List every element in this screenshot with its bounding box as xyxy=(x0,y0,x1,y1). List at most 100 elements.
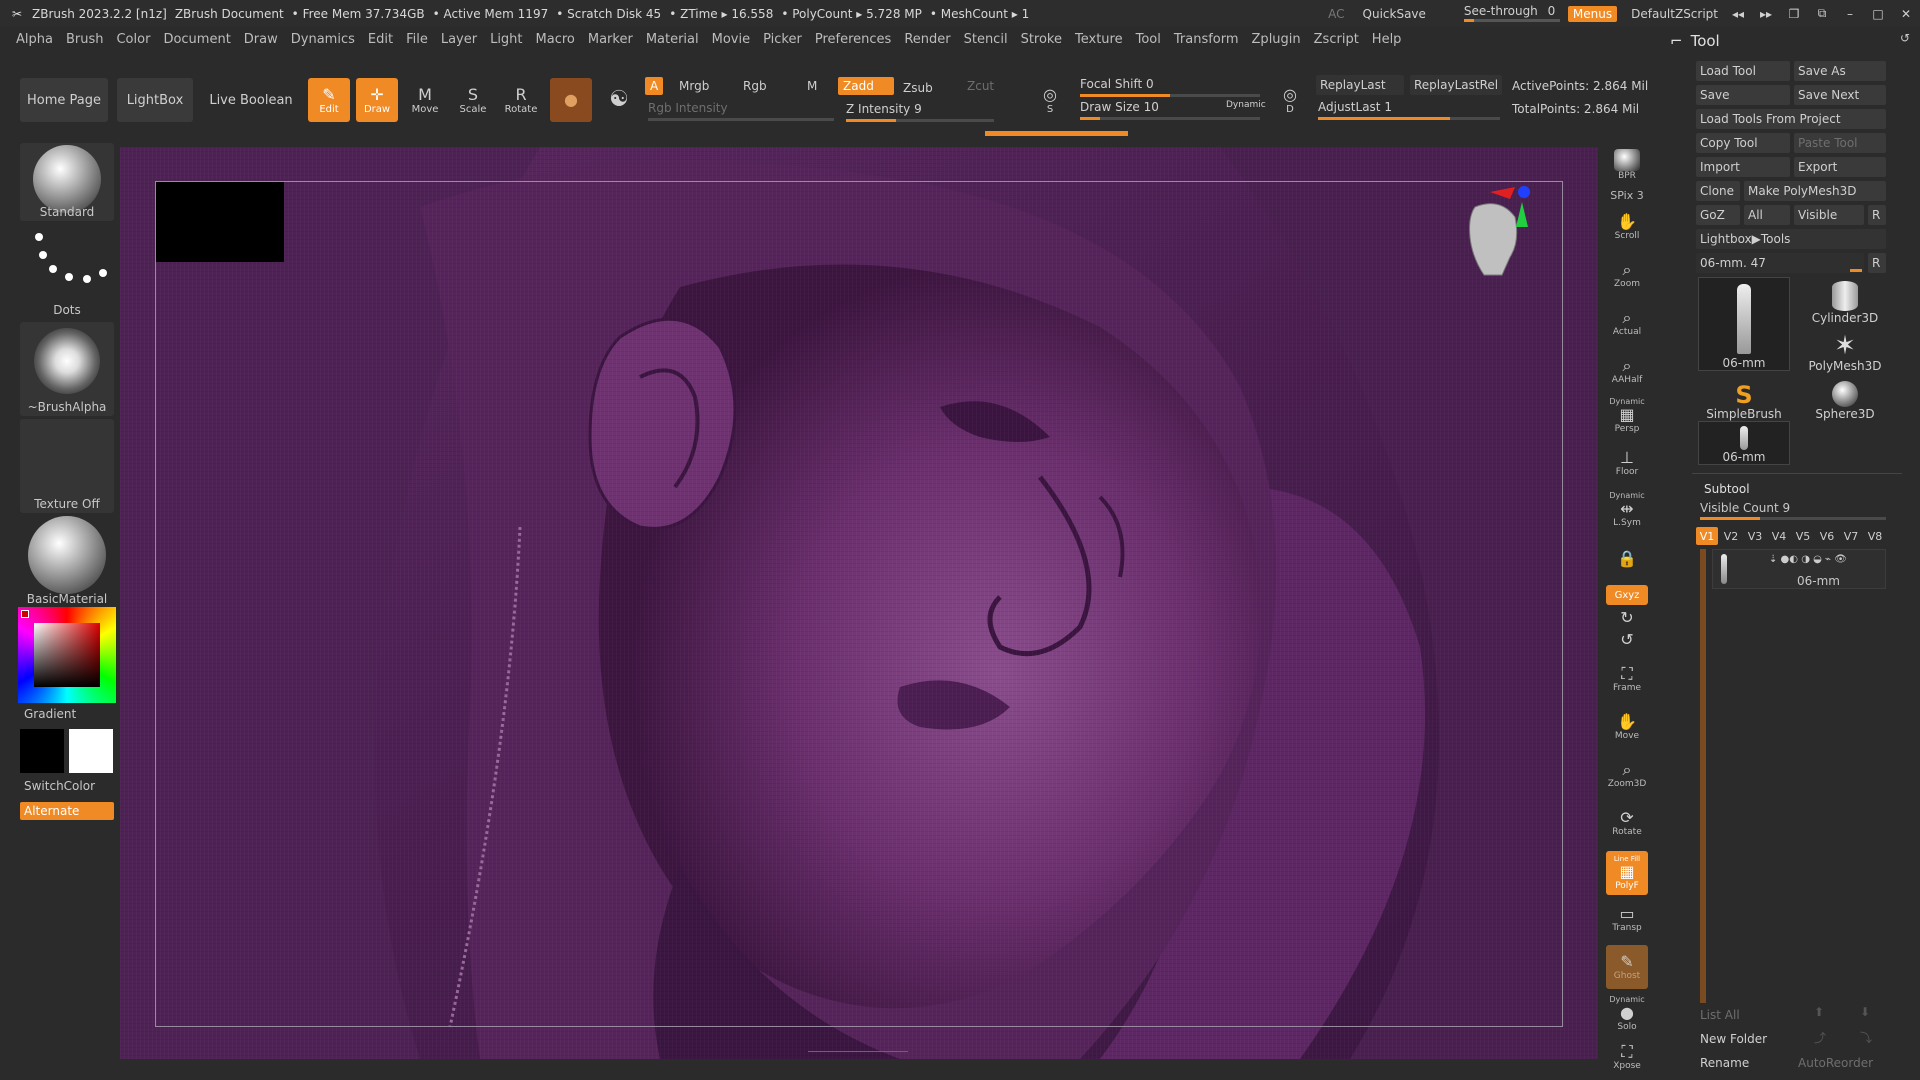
sculpted-head-model[interactable] xyxy=(120,147,1598,1059)
d-dynamic-button[interactable]: ◎ D xyxy=(1270,78,1310,122)
rename-button[interactable]: Rename xyxy=(1696,1053,1790,1073)
menu-macro[interactable]: Macro xyxy=(536,32,575,47)
brush-selector[interactable]: Standard xyxy=(20,143,114,221)
menu-picker[interactable]: Picker xyxy=(763,32,802,47)
menus-button[interactable]: Menus xyxy=(1567,5,1618,22)
load-tool-button[interactable]: Load Tool xyxy=(1696,61,1790,81)
copy-tool-button[interactable]: Copy Tool xyxy=(1696,133,1790,153)
menu-file[interactable]: File xyxy=(406,32,428,47)
rgb-intensity-slider[interactable] xyxy=(648,118,834,121)
lock-button[interactable]: 🔒 xyxy=(1606,539,1648,579)
close-icon[interactable]: ✕ xyxy=(1892,7,1920,21)
rgb-toggle[interactable]: Rgb xyxy=(738,77,772,95)
ghost-button[interactable]: ✎ Ghost xyxy=(1606,945,1648,989)
aahalf-button[interactable]: ⌕ AAHalf xyxy=(1606,351,1648,391)
lightbox-button[interactable]: LightBox xyxy=(117,78,193,122)
zcut-toggle[interactable]: Zcut xyxy=(962,77,999,95)
s-lazy-button[interactable]: ◎ S xyxy=(1030,78,1070,122)
solo-button[interactable]: Dynamic ● Solo xyxy=(1606,993,1648,1033)
material-selector[interactable]: BasicMaterial xyxy=(20,516,114,608)
replay-last-button[interactable]: ReplayLast xyxy=(1316,75,1404,95)
layout-right-icon[interactable]: ▸▸ xyxy=(1752,7,1780,21)
zoom-button[interactable]: ⌕ Zoom xyxy=(1606,255,1648,295)
paste-tool-button[interactable]: Paste Tool xyxy=(1794,133,1886,153)
subtool-scrollbar[interactable] xyxy=(1700,549,1706,1003)
lightbox-tools-button[interactable]: Lightbox▶Tools xyxy=(1696,229,1886,249)
menu-transform[interactable]: Transform xyxy=(1174,32,1239,47)
brush-mode-button[interactable]: ☯ xyxy=(598,78,640,122)
menu-help[interactable]: Help xyxy=(1372,32,1402,47)
spix-slider[interactable]: SPix 3 xyxy=(1606,183,1648,207)
move-down-icon[interactable]: ⬇ xyxy=(1860,1005,1870,1019)
folder-out-icon[interactable]: ⤵ xyxy=(1860,1029,1872,1046)
version-tab-v4[interactable]: V4 xyxy=(1768,527,1790,545)
menu-tool[interactable]: Tool xyxy=(1136,32,1161,47)
save-as-button[interactable]: Save As xyxy=(1794,61,1886,81)
subtool-header[interactable]: Subtool xyxy=(1704,482,1750,496)
a-toggle[interactable]: A xyxy=(645,77,664,95)
stroke-selector[interactable]: Dots xyxy=(20,225,114,319)
auto-reorder-button[interactable]: AutoReorder xyxy=(1794,1053,1886,1073)
goz-visible-button[interactable]: Visible xyxy=(1794,205,1864,225)
tool-thumb-06mm-2[interactable]: 06-mm xyxy=(1698,421,1790,465)
texture-selector[interactable]: Texture Off xyxy=(20,419,114,513)
import-button[interactable]: Import xyxy=(1696,157,1790,177)
menu-brush[interactable]: Brush xyxy=(66,32,104,47)
actual-button[interactable]: ⌕ Actual xyxy=(1606,303,1648,343)
menu-light[interactable]: Light xyxy=(490,32,522,47)
menu-zplugin[interactable]: Zplugin xyxy=(1252,32,1301,47)
version-tab-v6[interactable]: V6 xyxy=(1816,527,1838,545)
polyf-button[interactable]: Line Fill ▦ PolyF xyxy=(1606,851,1648,895)
dynamic-label[interactable]: Dynamic xyxy=(1226,100,1266,110)
m-toggle[interactable]: M xyxy=(802,77,822,95)
menu-alpha[interactable]: Alpha xyxy=(16,32,53,47)
menu-marker[interactable]: Marker xyxy=(588,32,633,47)
edit-mode-button[interactable]: ✎ Edit xyxy=(308,78,350,122)
goz-r-button[interactable]: R xyxy=(1868,205,1886,225)
version-tab-v7[interactable]: V7 xyxy=(1840,527,1862,545)
lsym-button[interactable]: Dynamic ⇹ L.Sym xyxy=(1606,489,1648,529)
export-button[interactable]: Export xyxy=(1794,157,1886,177)
save-button[interactable]: Save xyxy=(1696,85,1790,105)
menu-stencil[interactable]: Stencil xyxy=(964,32,1008,47)
bpr-button[interactable]: BPR xyxy=(1606,145,1648,185)
folder-in-icon[interactable]: ⤴ xyxy=(1814,1029,1826,1046)
material-button[interactable]: ● xyxy=(550,78,592,122)
scale-mode-button[interactable]: S Scale xyxy=(452,78,494,122)
xpose-button[interactable]: ⛶ Xpose xyxy=(1606,1037,1648,1077)
menu-stroke[interactable]: Stroke xyxy=(1021,32,1062,47)
see-through-slider[interactable]: See-through 0 xyxy=(1463,4,1560,24)
draw-mode-button[interactable]: ✛ Draw xyxy=(356,78,398,122)
floor-button[interactable]: ⊥ Floor xyxy=(1606,443,1648,483)
version-tab-v2[interactable]: V2 xyxy=(1720,527,1742,545)
menu-render[interactable]: Render xyxy=(904,32,950,47)
palette-reset-icon[interactable]: ↺ xyxy=(1900,31,1910,45)
load-tools-from-project-button[interactable]: Load Tools From Project xyxy=(1696,109,1886,129)
menu-dynamics[interactable]: Dynamics xyxy=(291,32,355,47)
move-mode-button[interactable]: M Move xyxy=(404,78,446,122)
gradient-label[interactable]: Gradient xyxy=(24,707,76,721)
layout-left-icon[interactable]: ◂◂ xyxy=(1724,7,1752,21)
clone-button[interactable]: Clone xyxy=(1696,181,1740,201)
window-restore-icon[interactable]: ❐ xyxy=(1780,7,1808,21)
menu-movie[interactable]: Movie xyxy=(712,32,750,47)
list-all-button[interactable]: List All xyxy=(1696,1005,1790,1025)
current-tool-r-button[interactable]: R xyxy=(1868,253,1886,273)
mrgb-toggle[interactable]: Mrgb xyxy=(674,77,714,95)
subtool-visibility-icons[interactable]: ⇣ ●◐ ◑ ◒ ⌁ 👁 xyxy=(1769,554,1847,565)
tool-thumb-simplebrush[interactable]: S SimpleBrush xyxy=(1698,373,1790,421)
menu-draw[interactable]: Draw xyxy=(244,32,278,47)
menu-preferences[interactable]: Preferences xyxy=(815,32,891,47)
rotate-axis-y-button[interactable]: ↻ xyxy=(1606,607,1648,629)
zadd-toggle[interactable]: Zadd xyxy=(838,77,894,95)
document-canvas[interactable] xyxy=(120,147,1598,1059)
make-polymesh3d-button[interactable]: Make PolyMesh3D xyxy=(1744,181,1886,201)
menu-color[interactable]: Color xyxy=(116,32,150,47)
save-next-button[interactable]: Save Next xyxy=(1794,85,1886,105)
live-boolean-button[interactable]: Live Boolean xyxy=(204,78,298,122)
maximize-icon[interactable]: □ xyxy=(1864,7,1892,21)
switch-color-button[interactable]: SwitchColor xyxy=(24,779,95,793)
move-view-button[interactable]: ✋ Move xyxy=(1606,707,1648,747)
default-zscript-button[interactable]: DefaultZScript xyxy=(1625,5,1724,23)
main-color-swatch[interactable] xyxy=(20,729,64,773)
